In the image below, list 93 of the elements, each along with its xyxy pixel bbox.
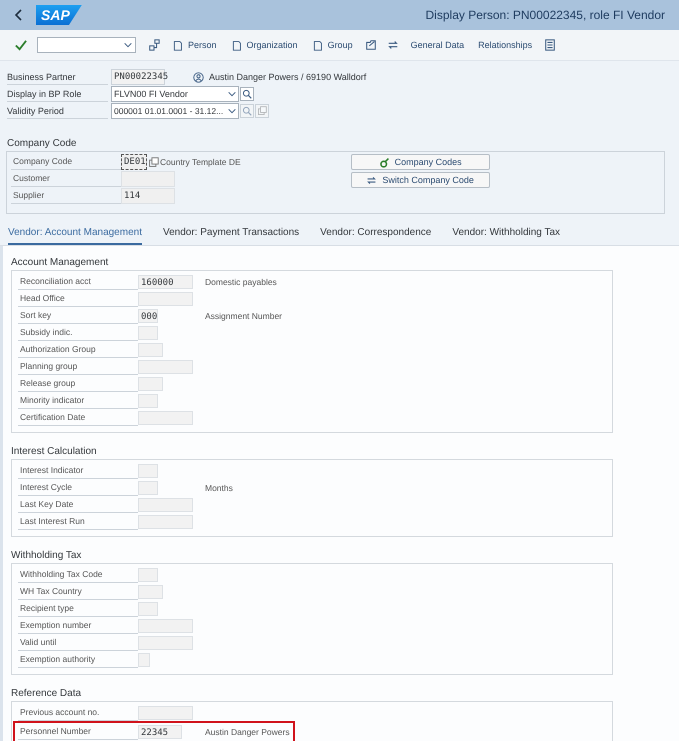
field-label: Certification Date: [18, 410, 138, 426]
input-field[interactable]: [138, 394, 158, 408]
input-field[interactable]: [138, 515, 193, 529]
input-field[interactable]: [138, 464, 158, 478]
copy-icon: [257, 106, 267, 116]
input-field[interactable]: [138, 568, 158, 582]
input-field[interactable]: [138, 636, 193, 650]
field-label: Recipient type: [18, 601, 138, 617]
field-label: Interest Indicator: [18, 463, 138, 479]
field-label: Interest Cycle: [18, 480, 138, 496]
input-field[interactable]: [121, 171, 175, 187]
field-label: Last Interest Run: [18, 514, 138, 530]
section-title: Interest Calculation: [11, 446, 98, 457]
input-field[interactable]: [138, 326, 158, 340]
field-label: Release group: [18, 376, 138, 392]
toolbar-button[interactable]: General Data: [408, 38, 466, 52]
sap-logo: SAP: [36, 5, 82, 25]
back-icon[interactable]: [14, 9, 24, 21]
field-label: Planning group: [18, 359, 138, 375]
copy-icon: [148, 156, 159, 168]
input-field[interactable]: [138, 619, 193, 633]
field-description: Months: [205, 483, 233, 493]
caret-icon: [123, 40, 133, 50]
tab[interactable]: Vendor: Withholding Tax: [452, 224, 560, 245]
field-label: Personnel Number: [18, 724, 138, 740]
input-field[interactable]: 160000: [138, 275, 193, 289]
toolbar-button[interactable]: Relationships: [476, 38, 534, 52]
toolbar-button[interactable]: Group: [310, 38, 355, 52]
input-field[interactable]: 22345: [138, 725, 182, 739]
field-label: Valid until: [18, 635, 138, 651]
field-label: Sort key: [18, 308, 138, 324]
toolbar-button[interactable]: Person: [170, 38, 219, 52]
field-description: Assignment Number: [205, 311, 282, 321]
window-title: Display Person: PN00022345, role FI Vendor: [426, 8, 665, 22]
search-button[interactable]: [240, 87, 254, 101]
section-title: Withholding Tax: [11, 550, 82, 561]
section-title: Account Management: [11, 257, 110, 268]
input-field[interactable]: [138, 653, 150, 667]
input-field[interactable]: [138, 377, 163, 391]
input-field[interactable]: [138, 706, 193, 720]
document-icon: [312, 40, 323, 50]
tab[interactable]: Vendor: Correspondence: [320, 224, 432, 245]
document-icon: [230, 40, 242, 50]
field-label: Withholding Tax Code: [18, 567, 138, 583]
arrows-icon: [366, 174, 378, 186]
field-label: Subsidy indic.: [18, 325, 138, 341]
field-label: Authorization Group: [18, 342, 138, 358]
partner-field: PN00022345: [111, 69, 165, 85]
toolbar-button[interactable]: Organization: [228, 38, 300, 52]
field-label: Last Key Date: [18, 497, 138, 513]
input-field[interactable]: 000: [138, 309, 158, 323]
dropdown-field[interactable]: FLVN00 FI Vendor: [111, 86, 239, 102]
input-field[interactable]: [138, 292, 193, 306]
input-field[interactable]: 114: [121, 188, 175, 204]
key-icon: [378, 156, 390, 168]
folder-icon[interactable]: [364, 39, 377, 51]
input-field[interactable]: [138, 343, 163, 357]
field-label: Display in BP Role: [7, 86, 108, 102]
input-field[interactable]: [138, 585, 163, 599]
field-label: WH Tax Country: [18, 584, 138, 600]
field-label: Previous account no.: [18, 705, 138, 721]
field-label: Validity Period: [7, 104, 108, 118]
checkmark-icon[interactable]: [14, 38, 27, 52]
tab[interactable]: Vendor: Payment Transactions: [162, 224, 300, 245]
input-field[interactable]: [138, 498, 193, 512]
list-icon[interactable]: [544, 39, 556, 51]
field-label: Exemption number: [18, 618, 138, 634]
command-field[interactable]: [37, 37, 136, 53]
search-icon: [242, 89, 252, 99]
input-field[interactable]: [138, 360, 193, 374]
company-code-button[interactable]: Company Codes: [350, 154, 490, 170]
input-field[interactable]: [138, 411, 193, 425]
document-icon: [172, 40, 183, 50]
field-label: Minority indicator: [18, 393, 138, 409]
company-code-button[interactable]: Switch Company Code: [350, 172, 490, 188]
field-description: Country Template DE: [160, 157, 241, 167]
field-label: Head Office: [18, 291, 138, 307]
hierarchy-icon[interactable]: [148, 39, 160, 51]
input-field[interactable]: [138, 481, 158, 495]
field-description: Domestic payables: [205, 277, 277, 287]
input-field[interactable]: DE01: [121, 154, 147, 170]
input-field[interactable]: [138, 602, 158, 616]
field-label: Business Partner: [7, 70, 108, 84]
section-title: Reference Data: [11, 688, 82, 699]
field-label: Exemption authority: [18, 652, 138, 668]
search-icon: [242, 106, 252, 116]
field-label: Reconciliation acct: [18, 274, 138, 290]
partner-name: Austin Danger Powers / 69190 Walldorf: [209, 72, 366, 82]
person-icon: [193, 72, 204, 82]
arrows-icon[interactable]: [386, 39, 399, 51]
section-title: Company Code: [7, 138, 78, 149]
field-description: Austin Danger Powers: [205, 727, 290, 737]
dropdown-field[interactable]: 000001 01.01.0001 - 31.12...: [111, 103, 239, 119]
